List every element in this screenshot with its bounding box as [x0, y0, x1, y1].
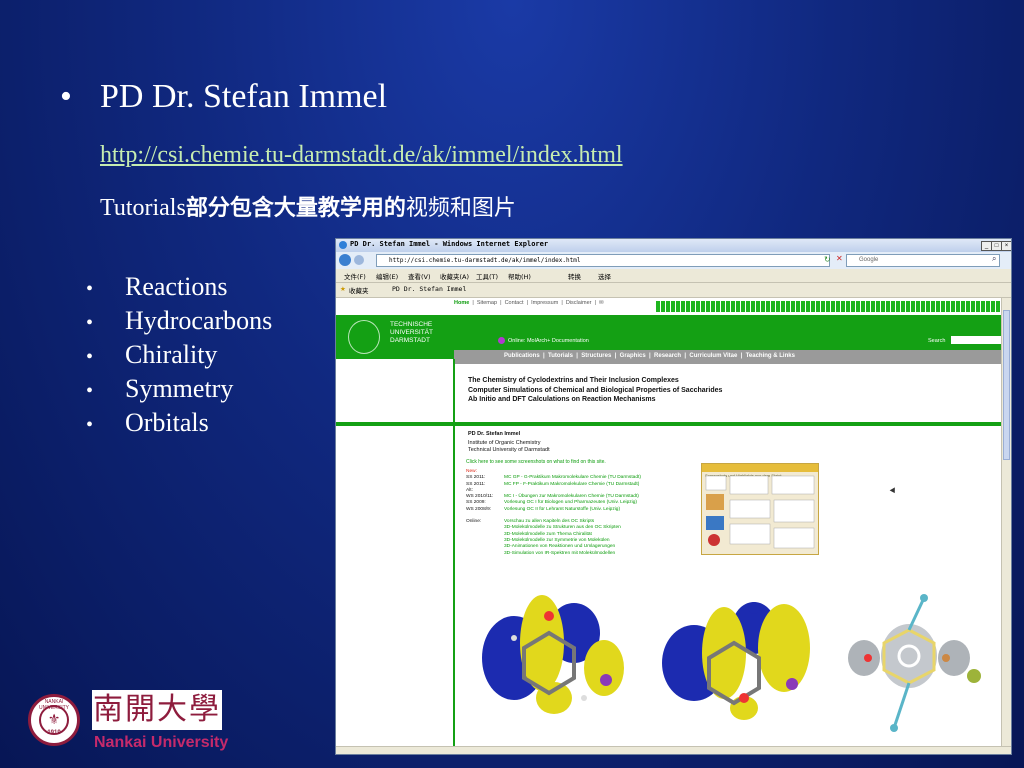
nav-sitemap[interactable]: Sitemap	[477, 300, 497, 306]
nankai-name: Nankai University	[94, 734, 229, 751]
menu-edit[interactable]: 编辑(E)	[376, 271, 398, 281]
address-input[interactable]: http://csi.chemie.tu-darmstadt.de/ak/imm…	[376, 254, 830, 267]
window-titlebar: PD Dr. Stefan Immel - Windows Internet E…	[336, 239, 1011, 252]
thumbnail-figures	[705, 475, 815, 549]
header-stripes	[656, 301, 1001, 312]
browser-window: PD Dr. Stefan Immel - Windows Internet E…	[335, 238, 1012, 755]
favorites-button[interactable]: 收藏夹	[349, 285, 369, 295]
ie-icon	[339, 241, 347, 249]
topic-item: Symmetry	[86, 372, 272, 406]
topic-item: Orbitals	[86, 406, 272, 440]
scroll-thumb[interactable]	[1003, 310, 1010, 460]
horizontal-scrollbar[interactable]	[336, 746, 1011, 754]
heading-cyclodextrins: The Chemistry of Cyclodextrins and Their…	[468, 377, 679, 384]
nav-publications[interactable]: Publications	[504, 353, 540, 359]
search-input[interactable]: Google	[846, 254, 1000, 267]
mouse-cursor-icon	[889, 487, 898, 495]
webpage-viewport: Home | Sitemap | Contact | Impressum | D…	[336, 298, 1001, 746]
nav-teaching[interactable]: Teaching & Links	[746, 353, 795, 359]
orbital-molecule-3	[848, 594, 981, 732]
topic-item: Chirality	[86, 338, 272, 372]
seal-mark-icon: ⚜	[47, 712, 61, 728]
headings: The Chemistry of Cyclodextrins and Their…	[468, 376, 998, 405]
course-list: New: SS 2011: MC GP - G-Praktikum Makromo…	[466, 469, 641, 557]
site-search-input[interactable]	[951, 336, 1001, 344]
tutorial-note: Tutorials部分包含大量教学用的视频和图片	[100, 195, 516, 221]
university-name: TECHNISCHE UNIVERSITÄT DARMSTADT	[390, 321, 433, 344]
nav-structures[interactable]: Structures	[581, 353, 611, 359]
list-item: WS 2008/9: Vorlesung OC II für Lehramt Na…	[466, 506, 621, 512]
slide-title: • PD Dr. Stefan Immel	[60, 78, 388, 115]
menu-favorites[interactable]: 收藏夹(A)	[440, 271, 469, 281]
tud-athena-logo[interactable]	[348, 320, 380, 354]
topic-item: Reactions	[86, 270, 272, 304]
person-name: PD Dr. Stefan Immel	[468, 431, 521, 437]
mail-icon[interactable]: ✉	[599, 300, 604, 306]
vertical-scrollbar[interactable]	[1001, 298, 1011, 746]
nav-contact[interactable]: Contact	[505, 300, 524, 306]
favorites-bar: ★ 收藏夹 PD Dr. Stefan Immel	[336, 283, 1011, 298]
address-bar-row: http://csi.chemie.tu-darmstadt.de/ak/imm…	[336, 252, 1011, 269]
topic-item: Hydrocarbons	[86, 304, 272, 338]
heading-saccharides: Computer Simulations of Chemical and Bio…	[468, 386, 723, 394]
screenshot-thumbnail[interactable]: Screenshots und Highlights aus dem Skrip…	[701, 463, 819, 555]
content-divider	[454, 422, 1001, 426]
online-doc-link[interactable]: Online: MolArch+ Documentation	[508, 338, 589, 344]
menu-convert[interactable]: 转换	[568, 271, 581, 281]
heading-dft: Ab Initio and DFT Calculations on Reacti…	[468, 396, 656, 403]
forward-icon[interactable]	[354, 255, 364, 265]
close-button[interactable]: ×	[1001, 241, 1011, 251]
search-icon[interactable]: ⌕	[992, 254, 996, 264]
section-nav: Publications | Tutorials | Structures | …	[454, 350, 1001, 364]
menu-bar: 文件(F) 编辑(E) 查看(V) 收藏夹(A) 工具(T) 帮助(H) 转换 …	[336, 269, 1011, 283]
menu-file[interactable]: 文件(F)	[344, 271, 366, 281]
search-label: Search	[928, 338, 946, 344]
orbital-molecule-1	[482, 595, 624, 714]
homepage-link[interactable]: http://csi.chemie.tu-darmstadt.de/ak/imm…	[100, 142, 623, 169]
refresh-icon[interactable]: ↻	[824, 255, 831, 264]
nankai-seal-logo: NANKAI UNIVERSITY ⚜ 1919	[28, 694, 80, 746]
molarch-icon[interactable]	[498, 337, 505, 344]
left-divider	[336, 422, 453, 426]
nankai-calligraphy-logo: 南開大學	[92, 690, 222, 730]
nav-research[interactable]: Research	[654, 353, 681, 359]
list-item: 3D-Simulation von IR-Spektren mit Molekü…	[504, 550, 616, 556]
menu-tools[interactable]: 工具(T)	[476, 271, 498, 281]
tab-current[interactable]: PD Dr. Stefan Immel	[392, 285, 466, 293]
left-panel	[336, 359, 455, 746]
nav-impressum[interactable]: Impressum	[531, 300, 558, 306]
nav-graphics[interactable]: Graphics	[620, 353, 646, 359]
orbital-molecule-2	[662, 602, 810, 720]
menu-view[interactable]: 查看(V)	[408, 271, 431, 281]
menu-select[interactable]: 选择	[598, 271, 611, 281]
nav-cv[interactable]: Curriculum Vitae	[689, 353, 737, 359]
nav-disclaimer[interactable]: Disclaimer	[566, 300, 592, 306]
back-icon[interactable]	[339, 254, 351, 266]
nav-home[interactable]: Home	[454, 300, 469, 306]
institute: Institute of Organic Chemistry Technical…	[468, 440, 550, 453]
screenshots-link[interactable]: Click here to see some screenshots on wh…	[466, 459, 606, 465]
menu-help[interactable]: 帮助(H)	[508, 271, 531, 281]
favorites-star-icon[interactable]: ★	[340, 285, 346, 293]
stop-icon[interactable]: ✕	[836, 254, 843, 263]
top-nav: Home | Sitemap | Contact | Impressum | D…	[454, 300, 604, 306]
nav-tutorials[interactable]: Tutorials	[548, 353, 573, 359]
molecule-images	[482, 594, 981, 732]
topic-list: Reactions Hydrocarbons Chirality Symmetr…	[86, 270, 272, 440]
